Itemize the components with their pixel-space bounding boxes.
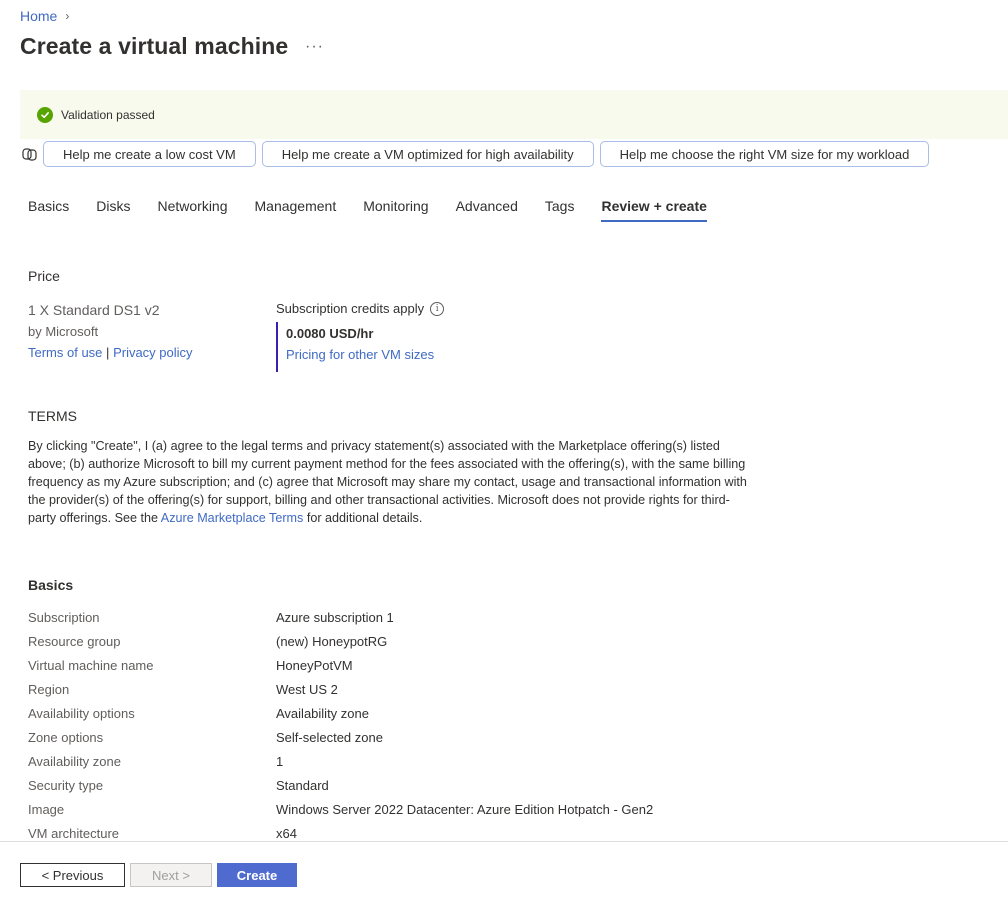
breadcrumb: Home › [20,8,69,24]
next-button[interactable]: Next > [130,863,212,887]
tab-tags[interactable]: Tags [545,198,575,222]
terms-heading: TERMS [28,408,77,424]
page-title: Create a virtual machine [20,33,289,59]
tab-disks[interactable]: Disks [96,198,130,222]
summary-value: x64 [276,825,297,841]
price-sku-block: 1 X Standard DS1 v2 by Microsoft Terms o… [28,300,193,363]
summary-value: Windows Server 2022 Datacenter: Azure Ed… [276,801,654,817]
summary-key: Resource group [28,633,121,649]
chevron-right-icon: › [65,9,70,23]
tab-networking[interactable]: Networking [157,198,227,222]
breadcrumb-home-link[interactable]: Home [20,8,57,24]
summary-row: Virtual machine name HoneyPotVM [28,653,653,677]
suggestion-vm-size-button[interactable]: Help me choose the right VM size for my … [599,141,930,167]
summary-row: Subscription Azure subscription 1 [28,605,653,629]
summary-value: 1 [276,753,284,769]
summary-value: West US 2 [276,681,338,697]
copilot-icon [20,145,38,163]
check-circle-icon [37,106,53,123]
summary-row: Resource group (new) HoneypotRG [28,629,653,653]
basics-heading: Basics [28,577,74,593]
price-publisher: by Microsoft [28,324,99,339]
tab-basics[interactable]: Basics [28,198,69,222]
summary-row: Zone options Self-selected zone [28,725,653,749]
azure-marketplace-terms-link[interactable]: Azure Marketplace Terms [161,511,304,525]
summary-value: Self-selected zone [276,729,383,745]
summary-row: Availability options Availability zone [28,701,653,725]
summary-key: Availability options [28,705,135,721]
tab-monitoring[interactable]: Monitoring [363,198,428,222]
validation-banner: Validation passed [20,90,1008,139]
create-button[interactable]: Create [217,863,297,887]
summary-key: Image [28,801,65,817]
price-value: 0.0080 USD/hr [286,326,374,341]
more-options-icon[interactable]: ··· [305,38,324,56]
copilot-suggestions: Help me create a low cost VM Help me cre… [20,140,935,168]
pricing-other-sizes-link[interactable]: Pricing for other VM sizes [286,347,444,362]
summary-value: Azure subscription 1 [276,609,394,625]
price-details: Subscription credits apply i 0.0080 USD/… [276,301,445,372]
summary-key: VM architecture [28,825,120,841]
link-separator: | [106,345,110,360]
summary-key: Availability zone [28,753,121,769]
suggestion-high-availability-button[interactable]: Help me create a VM optimized for high a… [261,141,594,167]
price-box: 0.0080 USD/hr Pricing for other VM sizes [276,322,444,372]
summary-key: Security type [28,777,104,793]
wizard-footer: < Previous Next > Create [0,841,1008,904]
info-icon[interactable]: i [430,301,445,316]
privacy-policy-link[interactable]: Privacy policy [113,345,192,360]
summary-key: Virtual machine name [28,657,154,673]
summary-row: Availability zone 1 [28,749,653,773]
suggestion-low-cost-button[interactable]: Help me create a low cost VM [43,141,256,167]
tab-management[interactable]: Management [255,198,337,222]
validation-text: Validation passed [61,107,155,122]
tab-advanced[interactable]: Advanced [456,198,518,222]
summary-row: Image Windows Server 2022 Datacenter: Azu… [28,797,653,821]
summary-key: Region [28,681,70,697]
summary-row: Security type Standard [28,773,653,797]
summary-value: Availability zone [276,705,369,721]
terms-body-tail: for additional details. [303,511,423,525]
summary-key: Zone options [28,729,104,745]
summary-row: Region West US 2 [28,677,653,701]
basics-summary: Subscription Azure subscription 1 Resourc… [28,605,653,845]
summary-value: Standard [276,777,329,793]
price-heading: Price [28,268,60,284]
price-sku: 1 X Standard DS1 v2 [28,302,160,318]
tab-review-create[interactable]: Review + create [601,198,707,222]
summary-value: HoneyPotVM [276,657,353,673]
terms-of-use-link[interactable]: Terms of use [28,345,102,360]
summary-key: Subscription [28,609,100,625]
wizard-tabs: Basics Disks Networking Management Monit… [28,198,734,222]
previous-button[interactable]: < Previous [20,863,125,887]
terms-text: By clicking "Create", I (a) agree to the… [28,437,748,527]
summary-value: (new) HoneypotRG [276,633,388,649]
subscription-credits-text: Subscription credits apply [276,301,425,316]
